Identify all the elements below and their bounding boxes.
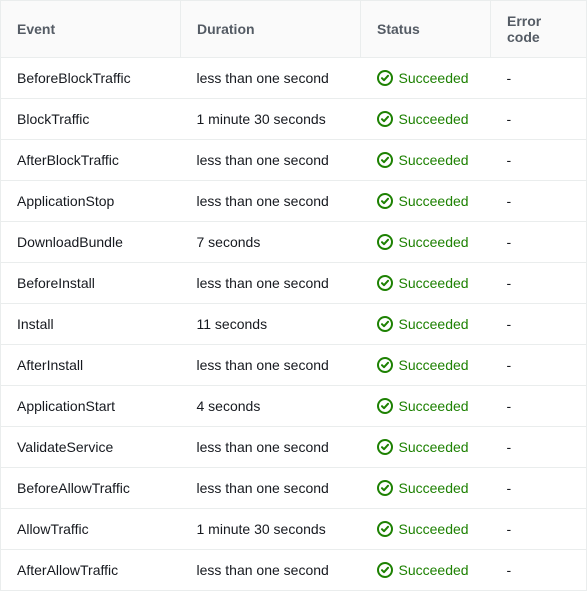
cell-error-code: -: [491, 509, 587, 550]
cell-status: Succeeded: [361, 386, 491, 427]
cell-event: ApplicationStart: [1, 386, 181, 427]
success-check-icon: [377, 234, 393, 250]
cell-status: Succeeded: [361, 140, 491, 181]
cell-error-code: -: [491, 304, 587, 345]
success-check-icon: [377, 193, 393, 209]
status-text: Succeeded: [399, 111, 469, 127]
cell-error-code: -: [491, 140, 587, 181]
table-header-row: Event Duration Status Error code: [1, 1, 587, 58]
cell-event: DownloadBundle: [1, 222, 181, 263]
cell-duration: 4 seconds: [181, 386, 361, 427]
status-text: Succeeded: [399, 234, 469, 250]
cell-duration: 7 seconds: [181, 222, 361, 263]
cell-event: BeforeAllowTraffic: [1, 468, 181, 509]
status-text: Succeeded: [399, 562, 469, 578]
cell-error-code: -: [491, 345, 587, 386]
success-check-icon: [377, 275, 393, 291]
table-row: BeforeInstallless than one second Succeed…: [1, 263, 587, 304]
success-check-icon: [377, 111, 393, 127]
success-check-icon: [377, 439, 393, 455]
cell-event: AllowTraffic: [1, 509, 181, 550]
cell-error-code: -: [491, 222, 587, 263]
success-check-icon: [377, 357, 393, 373]
cell-duration: 11 seconds: [181, 304, 361, 345]
success-check-icon: [377, 480, 393, 496]
table-row: ValidateServiceless than one second Succe…: [1, 427, 587, 468]
cell-error-code: -: [491, 386, 587, 427]
cell-error-code: -: [491, 427, 587, 468]
cell-error-code: -: [491, 181, 587, 222]
cell-status: Succeeded: [361, 468, 491, 509]
cell-status: Succeeded: [361, 222, 491, 263]
cell-error-code: -: [491, 468, 587, 509]
cell-event: ValidateService: [1, 427, 181, 468]
header-duration[interactable]: Duration: [181, 1, 361, 58]
cell-duration: 1 minute 30 seconds: [181, 99, 361, 140]
cell-event: BlockTraffic: [1, 99, 181, 140]
status-text: Succeeded: [399, 193, 469, 209]
cell-duration: less than one second: [181, 468, 361, 509]
success-check-icon: [377, 521, 393, 537]
status-text: Succeeded: [399, 357, 469, 373]
cell-error-code: -: [491, 550, 587, 591]
cell-event: AfterAllowTraffic: [1, 550, 181, 591]
cell-duration: 1 minute 30 seconds: [181, 509, 361, 550]
cell-event: AfterBlockTraffic: [1, 140, 181, 181]
cell-event: BeforeInstall: [1, 263, 181, 304]
cell-status: Succeeded: [361, 509, 491, 550]
cell-status: Succeeded: [361, 181, 491, 222]
status-text: Succeeded: [399, 398, 469, 414]
events-table: Event Duration Status Error code BeforeB…: [0, 0, 587, 591]
table-row: BeforeBlockTrafficless than one second Su…: [1, 58, 587, 99]
cell-status: Succeeded: [361, 58, 491, 99]
success-check-icon: [377, 70, 393, 86]
cell-duration: less than one second: [181, 427, 361, 468]
cell-error-code: -: [491, 263, 587, 304]
cell-event: ApplicationStop: [1, 181, 181, 222]
status-text: Succeeded: [399, 521, 469, 537]
success-check-icon: [377, 562, 393, 578]
cell-duration: less than one second: [181, 140, 361, 181]
status-text: Succeeded: [399, 439, 469, 455]
table-row: AfterAllowTrafficless than one second Suc…: [1, 550, 587, 591]
table-row: ApplicationStart4 seconds Succeeded -: [1, 386, 587, 427]
table-row: DownloadBundle7 seconds Succeeded -: [1, 222, 587, 263]
cell-duration: less than one second: [181, 181, 361, 222]
status-text: Succeeded: [399, 316, 469, 332]
table-row: BeforeAllowTrafficless than one second Su…: [1, 468, 587, 509]
table-row: AfterBlockTrafficless than one second Suc…: [1, 140, 587, 181]
status-text: Succeeded: [399, 152, 469, 168]
status-text: Succeeded: [399, 480, 469, 496]
header-error-code[interactable]: Error code: [491, 1, 587, 58]
success-check-icon: [377, 152, 393, 168]
cell-status: Succeeded: [361, 304, 491, 345]
cell-duration: less than one second: [181, 58, 361, 99]
success-check-icon: [377, 316, 393, 332]
header-status[interactable]: Status: [361, 1, 491, 58]
cell-duration: less than one second: [181, 550, 361, 591]
cell-error-code: -: [491, 58, 587, 99]
cell-status: Succeeded: [361, 427, 491, 468]
cell-status: Succeeded: [361, 550, 491, 591]
cell-duration: less than one second: [181, 345, 361, 386]
header-event[interactable]: Event: [1, 1, 181, 58]
table-row: Install11 seconds Succeeded -: [1, 304, 587, 345]
cell-duration: less than one second: [181, 263, 361, 304]
cell-event: BeforeBlockTraffic: [1, 58, 181, 99]
success-check-icon: [377, 398, 393, 414]
cell-event: AfterInstall: [1, 345, 181, 386]
cell-event: Install: [1, 304, 181, 345]
table-row: ApplicationStopless than one second Succe…: [1, 181, 587, 222]
cell-status: Succeeded: [361, 99, 491, 140]
status-text: Succeeded: [399, 70, 469, 86]
status-text: Succeeded: [399, 275, 469, 291]
cell-status: Succeeded: [361, 263, 491, 304]
cell-status: Succeeded: [361, 345, 491, 386]
table-row: AfterInstallless than one second Succeede…: [1, 345, 587, 386]
cell-error-code: -: [491, 99, 587, 140]
table-row: AllowTraffic1 minute 30 seconds Succeeded…: [1, 509, 587, 550]
table-row: BlockTraffic1 minute 30 seconds Succeeded…: [1, 99, 587, 140]
